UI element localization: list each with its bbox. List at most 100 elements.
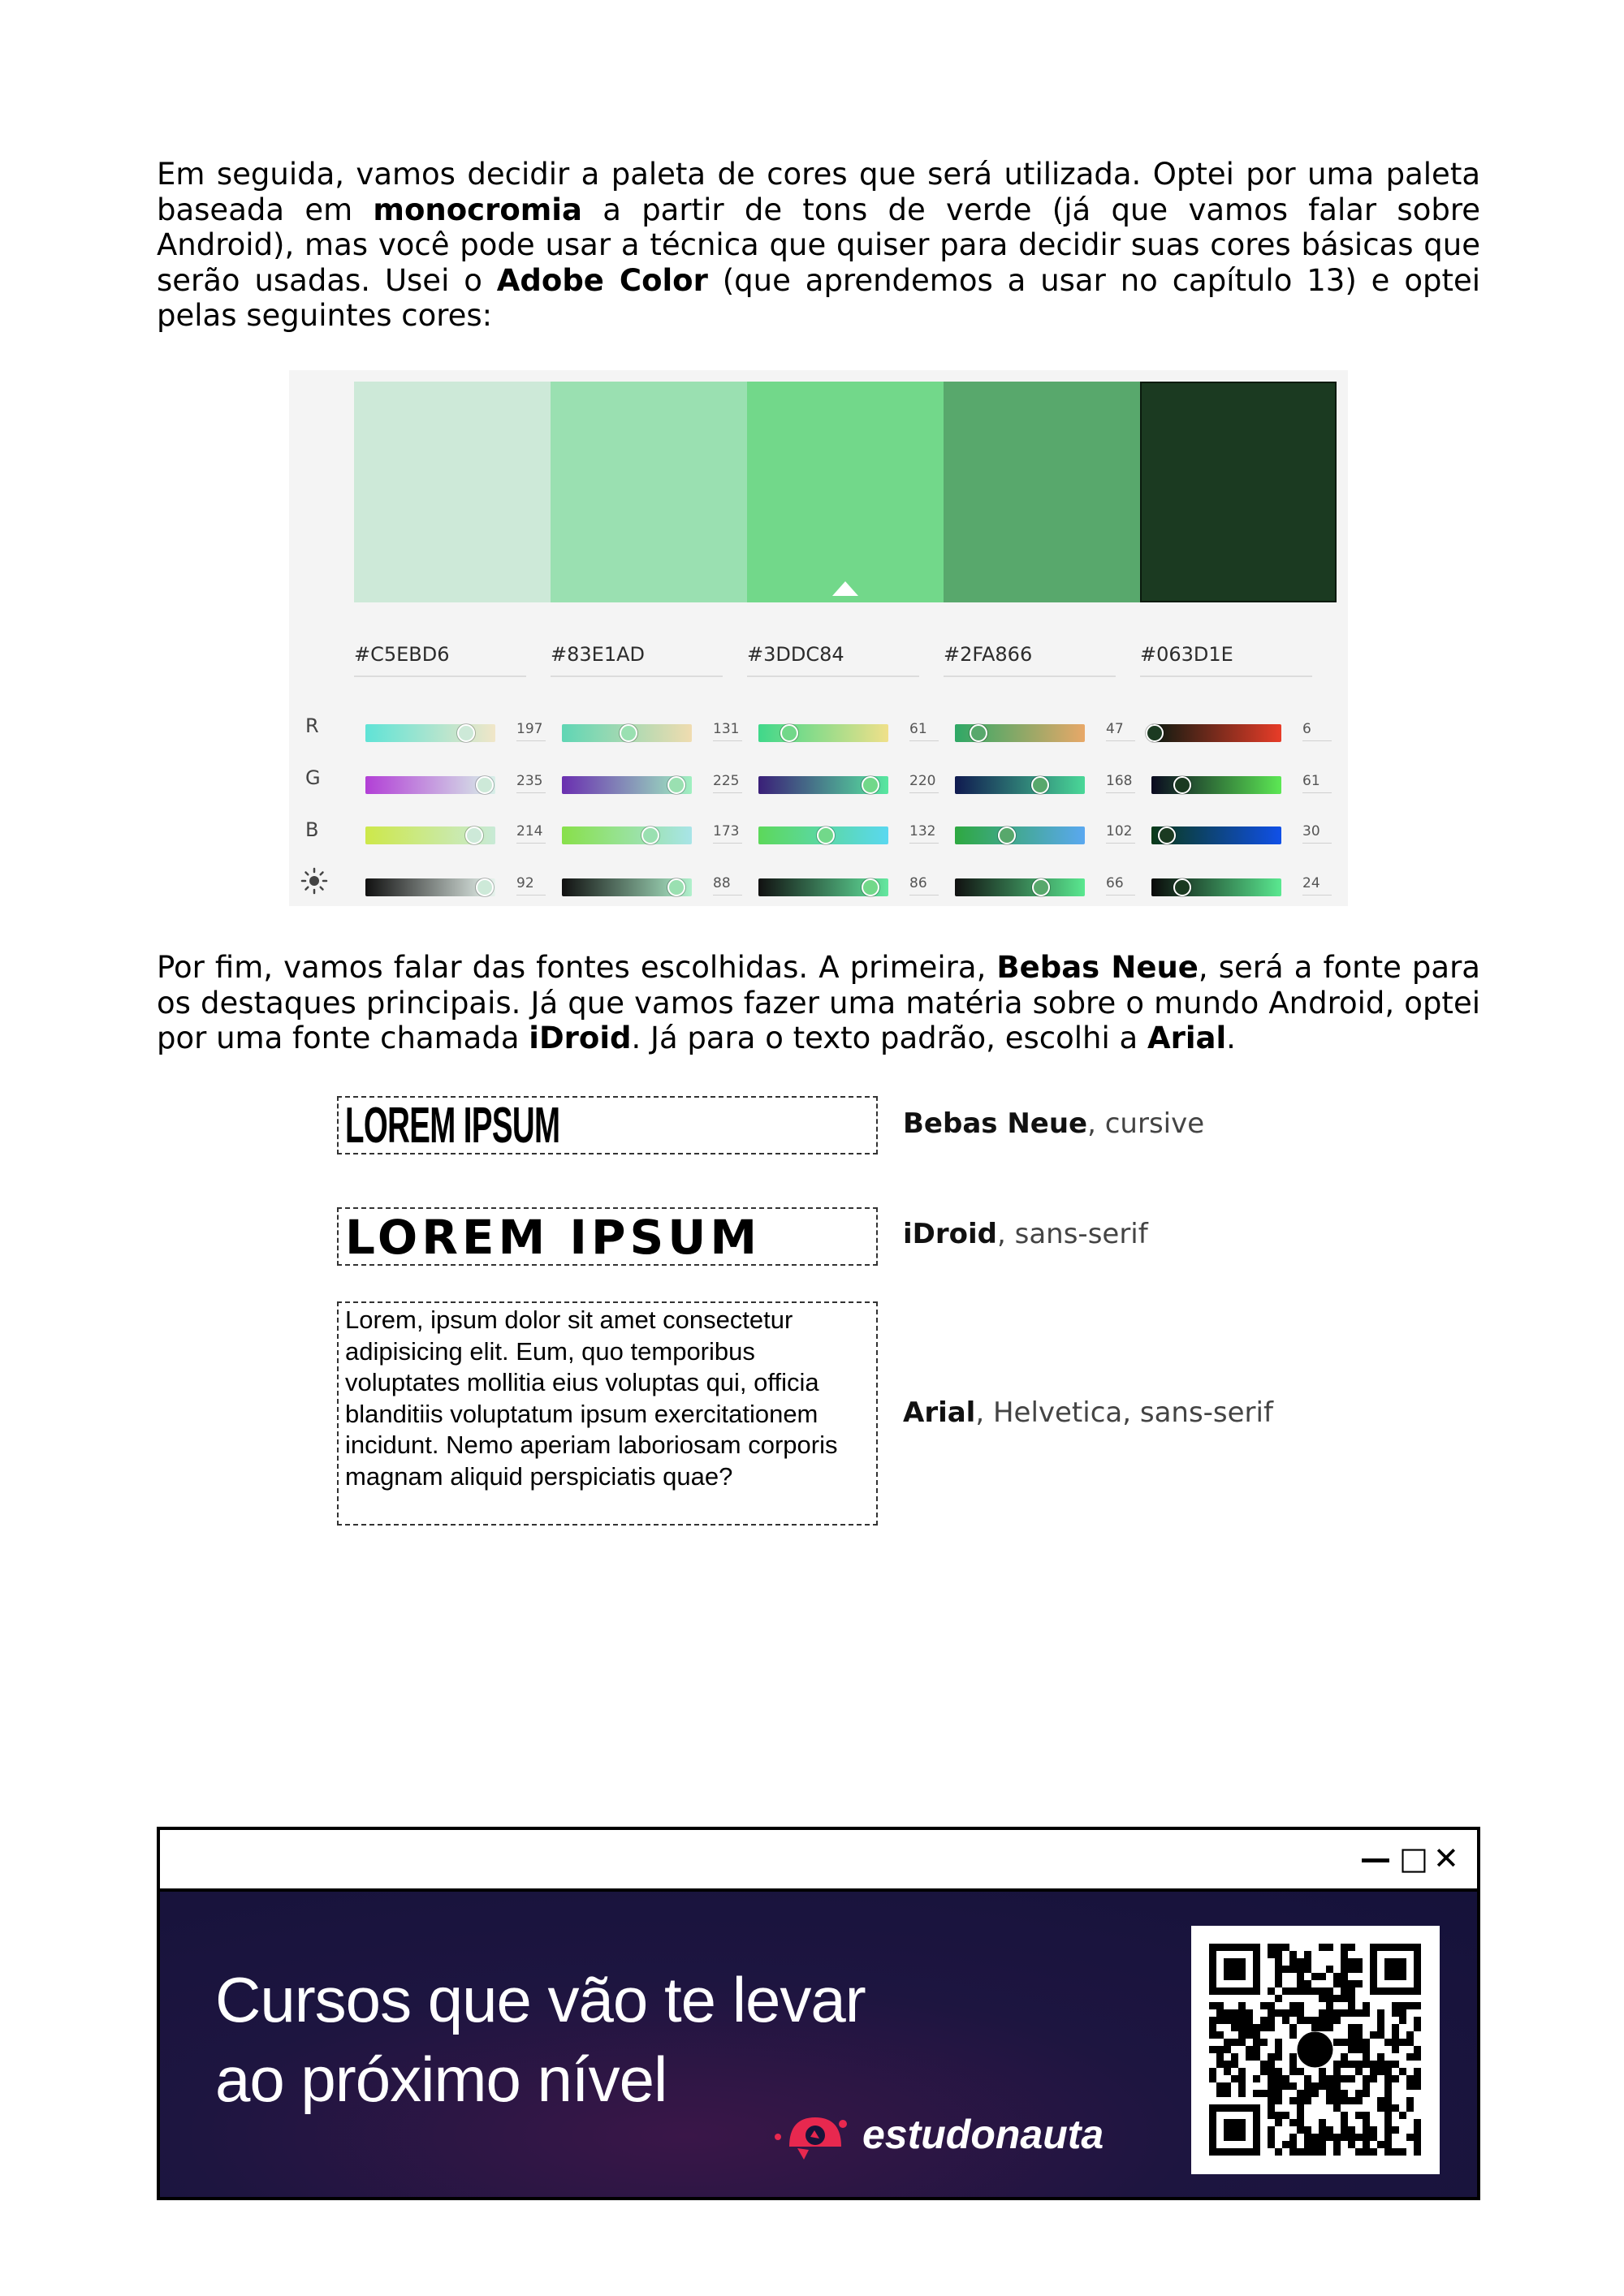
channel-value-b-1[interactable]: 214 bbox=[516, 823, 546, 844]
slider-r-3[interactable] bbox=[758, 724, 888, 742]
ad-headline-line-2: ao próximo nível bbox=[215, 2044, 667, 2115]
slider-r-4[interactable] bbox=[955, 724, 1085, 742]
slider-knob[interactable] bbox=[816, 826, 835, 844]
color-palette-panel: #C5EBD6 #83E1AD #3DDC84 #2FA866 #063D1E … bbox=[289, 370, 1348, 906]
channel-value-g-1[interactable]: 235 bbox=[516, 773, 546, 793]
swatch-1[interactable] bbox=[354, 382, 551, 602]
slider-l-4[interactable] bbox=[955, 878, 1085, 896]
slider-b-5[interactable] bbox=[1151, 826, 1281, 844]
slider-b-1[interactable] bbox=[365, 826, 495, 844]
channel-value-g-5[interactable]: 61 bbox=[1302, 773, 1332, 793]
fonts-text-4: . bbox=[1226, 1021, 1236, 1055]
channel-value-g-2[interactable]: 225 bbox=[713, 773, 742, 793]
slider-knob[interactable] bbox=[1031, 878, 1050, 896]
font-label-bebas: Bebas Neue, cursive bbox=[903, 1107, 1204, 1140]
channel-value-l-5[interactable]: 24 bbox=[1302, 875, 1332, 896]
channel-value-l-4[interactable]: 66 bbox=[1106, 875, 1135, 896]
hex-input-5[interactable]: #063D1E bbox=[1140, 643, 1312, 677]
font-label-arial-fallback: , Helvetica, sans-serif bbox=[975, 1396, 1273, 1429]
channel-value-r-5[interactable]: 6 bbox=[1302, 721, 1332, 741]
swatch-5[interactable] bbox=[1140, 382, 1337, 602]
slider-g-4[interactable] bbox=[955, 776, 1085, 794]
channel-value-r-2[interactable]: 131 bbox=[713, 721, 742, 741]
channel-value-r-1[interactable]: 197 bbox=[516, 721, 546, 741]
font-sample-idroid: LOREM IPSUM bbox=[337, 1207, 878, 1266]
font-label-arial: Arial, Helvetica, sans-serif bbox=[903, 1396, 1273, 1429]
fonts-bold-idroid: iDroid bbox=[529, 1021, 632, 1055]
slider-knob[interactable] bbox=[641, 826, 659, 844]
slider-knob[interactable] bbox=[476, 878, 495, 896]
hex-input-2[interactable]: #83E1AD bbox=[551, 643, 723, 677]
intro-bold-adobe-color: Adobe Color bbox=[496, 262, 708, 298]
swatch-2[interactable] bbox=[551, 382, 747, 602]
slider-g-3[interactable] bbox=[758, 776, 888, 794]
font-label-idroid-name: iDroid bbox=[903, 1218, 997, 1250]
channel-value-b-2[interactable]: 173 bbox=[713, 823, 742, 844]
slider-r-2[interactable] bbox=[562, 724, 692, 742]
slider-knob[interactable] bbox=[476, 776, 495, 794]
slider-knob[interactable] bbox=[667, 776, 686, 794]
slider-b-4[interactable] bbox=[955, 826, 1085, 844]
slider-knob[interactable] bbox=[1145, 724, 1164, 742]
fonts-paragraph: Por fim, vamos falar das fontes escolhid… bbox=[157, 950, 1480, 1056]
minimize-icon[interactable]: — bbox=[1360, 1843, 1391, 1874]
channel-value-r-3[interactable]: 61 bbox=[909, 721, 939, 741]
slider-knob[interactable] bbox=[465, 826, 484, 844]
hex-input-1[interactable]: #C5EBD6 bbox=[354, 643, 526, 677]
qr-code[interactable] bbox=[1191, 1926, 1440, 2174]
brand-name: estudonauta bbox=[862, 2112, 1104, 2157]
slider-knob[interactable] bbox=[970, 724, 988, 742]
slider-knob[interactable] bbox=[1157, 826, 1176, 844]
maximize-icon[interactable]: □ bbox=[1399, 1843, 1428, 1874]
bebas-sample-text: LOREM IPSUM bbox=[345, 1098, 560, 1154]
channel-label-g: G bbox=[305, 766, 321, 789]
slider-l-3[interactable] bbox=[758, 878, 888, 896]
fonts-bold-bebas: Bebas Neue bbox=[996, 950, 1199, 985]
slider-knob[interactable] bbox=[862, 776, 880, 794]
ad-brand-logo[interactable]: estudonauta bbox=[773, 2106, 1104, 2163]
slider-knob[interactable] bbox=[1031, 776, 1050, 794]
fonts-text-3: . Já para o texto padrão, escolhi a bbox=[631, 1021, 1147, 1055]
close-icon[interactable]: ✕ bbox=[1433, 1843, 1459, 1874]
slider-g-5[interactable] bbox=[1151, 776, 1281, 794]
channel-value-l-1[interactable]: 92 bbox=[516, 875, 546, 896]
channel-value-l-3[interactable]: 86 bbox=[909, 875, 939, 896]
slider-b-3[interactable] bbox=[758, 826, 888, 844]
font-label-bebas-name: Bebas Neue bbox=[903, 1107, 1088, 1140]
slider-knob[interactable] bbox=[1173, 878, 1192, 896]
slider-knob[interactable] bbox=[456, 724, 475, 742]
slider-r-1[interactable] bbox=[365, 724, 495, 742]
font-label-idroid: iDroid, sans-serif bbox=[903, 1218, 1148, 1250]
slider-g-2[interactable] bbox=[562, 776, 692, 794]
slider-l-5[interactable] bbox=[1151, 878, 1281, 896]
swatch-3[interactable] bbox=[747, 382, 944, 602]
channel-value-g-4[interactable]: 168 bbox=[1106, 773, 1135, 793]
slider-knob[interactable] bbox=[667, 878, 685, 896]
slider-l-1[interactable] bbox=[365, 878, 495, 896]
intro-paragraph: Em seguida, vamos decidir a paleta de co… bbox=[157, 157, 1480, 334]
slider-b-2[interactable] bbox=[562, 826, 692, 844]
slider-l-2[interactable] bbox=[562, 878, 692, 896]
channel-value-b-4[interactable]: 102 bbox=[1106, 823, 1135, 844]
arial-sample-text: Lorem, ipsum dolor sit amet consectetur … bbox=[345, 1306, 838, 1491]
channel-value-b-5[interactable]: 30 bbox=[1302, 823, 1332, 844]
astronaut-logo-icon bbox=[775, 2117, 847, 2160]
hex-input-4[interactable]: #2FA866 bbox=[944, 643, 1116, 677]
swatch-row bbox=[354, 382, 1337, 602]
slider-g-1[interactable] bbox=[365, 776, 495, 794]
channel-value-b-3[interactable]: 132 bbox=[909, 823, 939, 844]
slider-knob[interactable] bbox=[1173, 776, 1192, 794]
hex-input-3[interactable]: #3DDC84 bbox=[747, 643, 919, 677]
channel-value-r-4[interactable]: 47 bbox=[1106, 721, 1135, 741]
intro-bold-monocromia: monocromia bbox=[373, 192, 582, 227]
slider-knob[interactable] bbox=[780, 724, 799, 742]
channel-label-b: B bbox=[305, 818, 319, 841]
slider-knob[interactable] bbox=[861, 878, 879, 896]
slider-r-5[interactable] bbox=[1145, 724, 1281, 742]
slider-knob[interactable] bbox=[620, 724, 638, 742]
slider-knob[interactable] bbox=[998, 826, 1016, 844]
channel-value-l-2[interactable]: 88 bbox=[713, 875, 742, 896]
swatch-4[interactable] bbox=[944, 382, 1140, 602]
ad-banner[interactable]: — □ ✕ Cursos que vão te levar ao próximo… bbox=[157, 1827, 1480, 2200]
channel-value-g-3[interactable]: 220 bbox=[909, 773, 939, 793]
